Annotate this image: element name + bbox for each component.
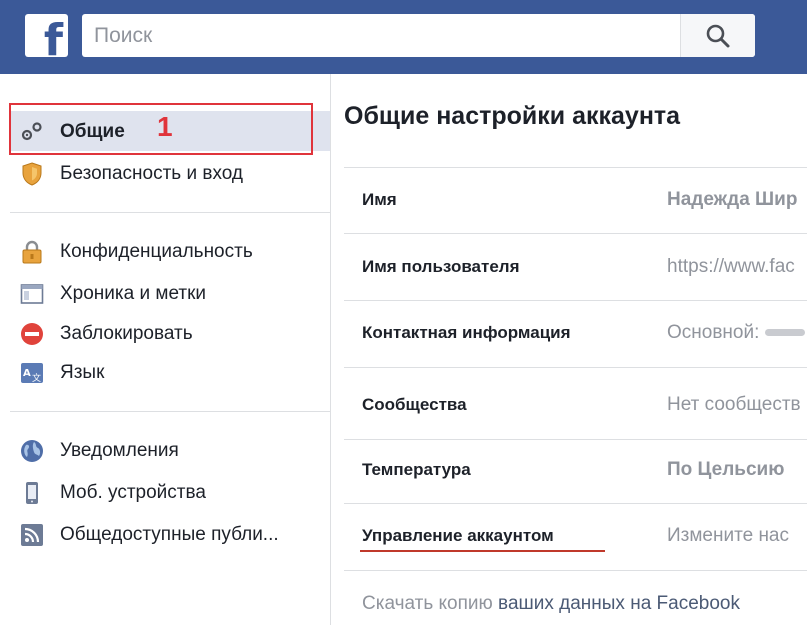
sidebar-item-language[interactable]: A 文 Язык xyxy=(10,352,330,392)
main-content: Общие настройки аккаунта Имя Надежда Шир… xyxy=(332,74,807,625)
shield-icon xyxy=(22,162,42,186)
sidebar-item-mobile[interactable]: Моб. устройства xyxy=(10,472,330,512)
gears-icon xyxy=(21,122,42,141)
settings-row-temperature[interactable]: Температура По Цельсию xyxy=(344,440,807,504)
row-label: Сообщества xyxy=(362,395,467,414)
sidebar-item-blocking[interactable]: Заблокировать xyxy=(10,313,330,353)
row-value-wrap: Основной: xyxy=(667,322,806,344)
settings-row-account-management[interactable]: Управление аккаунтом Измените нас xyxy=(344,504,807,571)
svg-text:文: 文 xyxy=(32,372,41,384)
sidebar-item-notifications[interactable]: Уведомления xyxy=(10,430,330,470)
row-value: По Цельсию xyxy=(667,459,785,480)
top-bar: f xyxy=(0,0,807,74)
row-value: Измените нас xyxy=(667,525,789,546)
timeline-icon xyxy=(20,284,44,304)
globe-icon xyxy=(21,440,43,462)
row-label: Управление аккаунтом xyxy=(362,526,554,545)
search-box xyxy=(82,14,755,57)
sidebar-item-privacy[interactable]: Конфиденциальность xyxy=(10,231,330,271)
download-link-part1: Скачать копию xyxy=(362,593,493,614)
row-value: Основной: xyxy=(667,322,760,343)
download-link-part2: ваших данных на Facebook xyxy=(492,593,740,614)
settings-row-username[interactable]: Имя пользователя https://www.fac xyxy=(344,234,807,301)
svg-text:A: A xyxy=(23,368,31,379)
language-icon: A 文 xyxy=(21,363,43,384)
sidebar-item-security[interactable]: Безопасность и вход xyxy=(10,153,330,193)
page-title: Общие настройки аккаунта xyxy=(344,102,681,130)
row-label: Имя xyxy=(362,190,397,209)
sidebar-item-label: Общие xyxy=(60,121,125,142)
rss-icon xyxy=(21,524,43,546)
settings-row-name[interactable]: Имя Надежда Шир xyxy=(344,168,807,234)
sidebar-item-label: Безопасность и вход xyxy=(60,163,243,184)
row-label: Температура xyxy=(362,460,471,479)
sidebar-item-public-posts[interactable]: Общедоступные публи... xyxy=(10,514,330,554)
row-value: https://www.fac xyxy=(667,256,795,277)
settings-sidebar: Общие Безопасность и вход Конфиденциальн… xyxy=(0,74,331,625)
search-input[interactable] xyxy=(82,14,680,57)
logo-letter: f xyxy=(43,15,63,66)
sidebar-divider xyxy=(10,411,330,412)
sidebar-item-label: Моб. устройства xyxy=(60,482,206,503)
hidden-email-placeholder xyxy=(765,329,806,337)
sidebar-item-label: Заблокировать xyxy=(60,323,193,344)
sidebar-item-label: Общедоступные публи... xyxy=(60,524,279,545)
sidebar-item-label: Язык xyxy=(60,362,105,383)
row-label: Контактная информация xyxy=(362,323,571,342)
download-data-link[interactable]: Скачать копию ваших данных на Facebook xyxy=(362,593,740,615)
row-value: Надежда Шир xyxy=(667,189,798,210)
sidebar-item-label: Уведомления xyxy=(60,440,179,461)
padlock-icon xyxy=(22,240,42,264)
annotation-underline xyxy=(360,550,605,552)
annotation-number: 1 xyxy=(157,111,173,142)
search-button[interactable] xyxy=(680,14,755,57)
settings-row-communities[interactable]: Сообщества Нет сообществ xyxy=(344,368,807,440)
sidebar-item-timeline[interactable]: Хроника и метки xyxy=(10,273,330,313)
sidebar-item-label: Конфиденциальность xyxy=(60,241,253,262)
row-value: Нет сообществ xyxy=(667,394,801,415)
row-label: Имя пользователя xyxy=(362,257,520,276)
mobile-icon xyxy=(26,482,38,504)
sidebar-divider xyxy=(10,212,330,213)
search-icon xyxy=(706,24,730,47)
sidebar-item-label: Хроника и метки xyxy=(60,283,207,304)
block-icon xyxy=(21,323,43,345)
facebook-logo-icon[interactable]: f xyxy=(25,14,68,63)
settings-row-contact[interactable]: Контактная информация Основной: xyxy=(344,301,807,368)
